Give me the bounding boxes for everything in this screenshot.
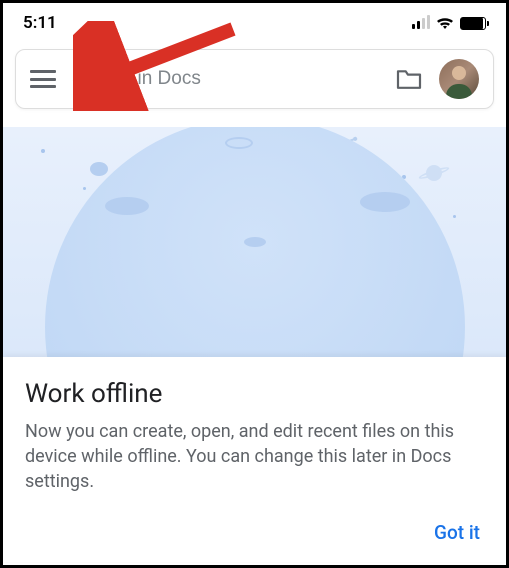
folder-icon[interactable] — [395, 68, 423, 90]
offline-card: Work offline Now you can create, open, a… — [3, 357, 506, 562]
wifi-icon — [436, 16, 454, 30]
search-bar — [15, 49, 494, 109]
cellular-signal-icon — [412, 17, 430, 29]
status-bar: 5:11 — [3, 3, 506, 43]
offline-illustration — [3, 127, 506, 357]
card-body: Now you can create, open, and edit recen… — [25, 419, 484, 495]
search-input[interactable] — [72, 68, 379, 90]
avatar[interactable] — [439, 59, 479, 99]
battery-icon — [460, 17, 486, 30]
got-it-button[interactable]: Got it — [430, 513, 484, 552]
planet-icon — [422, 165, 446, 181]
menu-icon[interactable] — [30, 70, 56, 88]
card-title: Work offline — [25, 379, 484, 409]
status-indicators — [412, 16, 486, 30]
status-time: 5:11 — [23, 13, 57, 33]
